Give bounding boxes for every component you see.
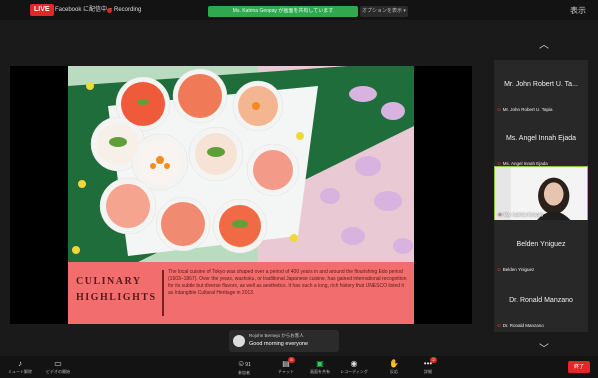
participant-name: Belden Yniguez [516,241,566,248]
participants-button[interactable]: ☺91 参加者 [228,359,260,376]
share-screen-icon: ▣ [316,359,324,368]
participant-tile[interactable]: Dr. Ronald Manzano ⊘ Dr. Ronald Manzano [494,276,588,332]
caption-divider [162,270,164,316]
scroll-up-icon[interactable]: ︿ [534,36,554,51]
slide-caption: CULINARY HIGHLIGHTS The local cuisine of… [68,262,414,324]
participant-name: Dr. Ronald Manzano [509,297,573,304]
participant-footer: ⊘ Belden Yniguez [497,267,534,273]
muted-mic-icon: ⊘ [497,267,501,272]
facebook-stream-status[interactable]: Facebook に配信中 ▾ [55,4,112,16]
muted-mic-icon: ⊘ [497,323,501,328]
active-speaker-tile[interactable]: ⊙ Ms. Katrina Geopay [494,166,588,222]
chat-sender: Rojohn Bernejo からお客人 [249,333,304,338]
participant-sidebar: ︿ Mr. John Robert U. Ta... ⊘ Mr. John Rob… [490,30,598,368]
participant-name: Mr. John Robert U. Ta... [504,81,578,88]
sushi-photo [68,66,414,262]
view-options-button[interactable]: オプションを表示 ▾ [360,6,408,17]
more-icon: ••• 2 [412,357,444,369]
chat-icon: ▤ 5 [270,357,302,369]
record-icon: ◉ [350,359,358,368]
shared-slide: CULINARY HIGHLIGHTS The local cuisine of… [68,66,414,324]
reactions-button[interactable]: ✋ 反応 [378,359,410,375]
participant-tile[interactable]: Belden Yniguez ⊘ Belden Yniguez [494,220,588,276]
chat-badge: 5 [288,357,295,363]
toolbar-label: 参加者 [238,370,250,375]
toolbar-label: ビデオの開始 [46,369,70,374]
chat-button[interactable]: ▤ 5 チャット [270,357,302,375]
share-screen-button[interactable]: ▣ 画面を共有 [304,359,336,375]
toolbar-label: 画面を共有 [310,369,330,374]
muted-mic-icon: ⊘ [497,107,501,112]
view-layout-icon[interactable]: 表示 [570,5,586,16]
participant-footer-name: Belden Yniguez [502,267,535,272]
toolbar-label: レコーディング [340,369,368,374]
avatar [233,335,245,347]
end-meeting-button[interactable]: 終了 [568,361,590,373]
toolbar-label: チャット [278,369,294,374]
participant-footer-name: Ms. Katrina Geopay [503,212,544,217]
participant-footer: ⊘ Dr. Ronald Manzano [497,323,544,329]
participant-footer-name: Dr. Ronald Manzano [502,323,544,328]
participant-count: 91 [245,362,251,368]
scroll-down-icon[interactable]: ﹀ [534,340,554,355]
mic-icon: ⊙ [498,212,502,217]
video-off-icon: ▭ [54,359,62,368]
muted-mic-icon: ♪ [18,359,22,368]
start-video-button[interactable]: ▭ ビデオの開始 [42,359,74,375]
recording-dot-icon [107,8,112,13]
toolbar-label: 反応 [390,369,398,374]
recording-label: Recording [114,7,142,13]
participant-footer: ⊘ Mr. John Robert U. Tapia [497,107,552,113]
toolbar-label: ミュート解除 [8,369,32,374]
participant-name: Ms. Angel Innah Ejada [505,135,577,142]
screen-share-banner[interactable]: Ms. Katrina Geopay が画面を共有しています [208,6,358,17]
chat-notification[interactable]: Rojohn Bernejo からお客人 Good morning everyo… [229,330,339,352]
top-bar: LIVE Facebook に配信中 ▾ Recording Ms. Katri… [0,0,598,20]
slide-title: CULINARY HIGHLIGHTS [76,276,157,303]
unmute-button[interactable]: ♪ ミュート解除 [4,359,36,375]
recording-button[interactable]: ◉ レコーディング [338,359,370,375]
toolbar-label: 詳細 [424,369,432,374]
chat-message: Good morning everyone [249,341,309,347]
meeting-toolbar: ♪ ミュート解除 ▭ ビデオの開始 ☺91 参加者 ▤ 5 チャット ▣ 画面を共… [0,356,598,378]
more-badge: 2 [430,357,437,363]
participant-tile[interactable]: Ms. Angel Innah Ejada ⊘ Ms. Angel Innah E… [494,114,588,170]
people-icon: ☺91 [237,359,251,368]
live-badge[interactable]: LIVE [30,4,54,16]
reaction-icon: ✋ [389,359,399,368]
more-button[interactable]: ••• 2 詳細 [412,357,444,375]
participant-footer-name: Mr. John Robert U. Tapia [502,107,553,112]
slide-body-text: The local cuisine of Tokyo was shaped ov… [168,269,407,296]
participant-footer: ⊙ Ms. Katrina Geopay [498,212,544,218]
participant-tile[interactable]: Mr. John Robert U. Ta... ⊘ Mr. John Rober… [494,60,588,116]
